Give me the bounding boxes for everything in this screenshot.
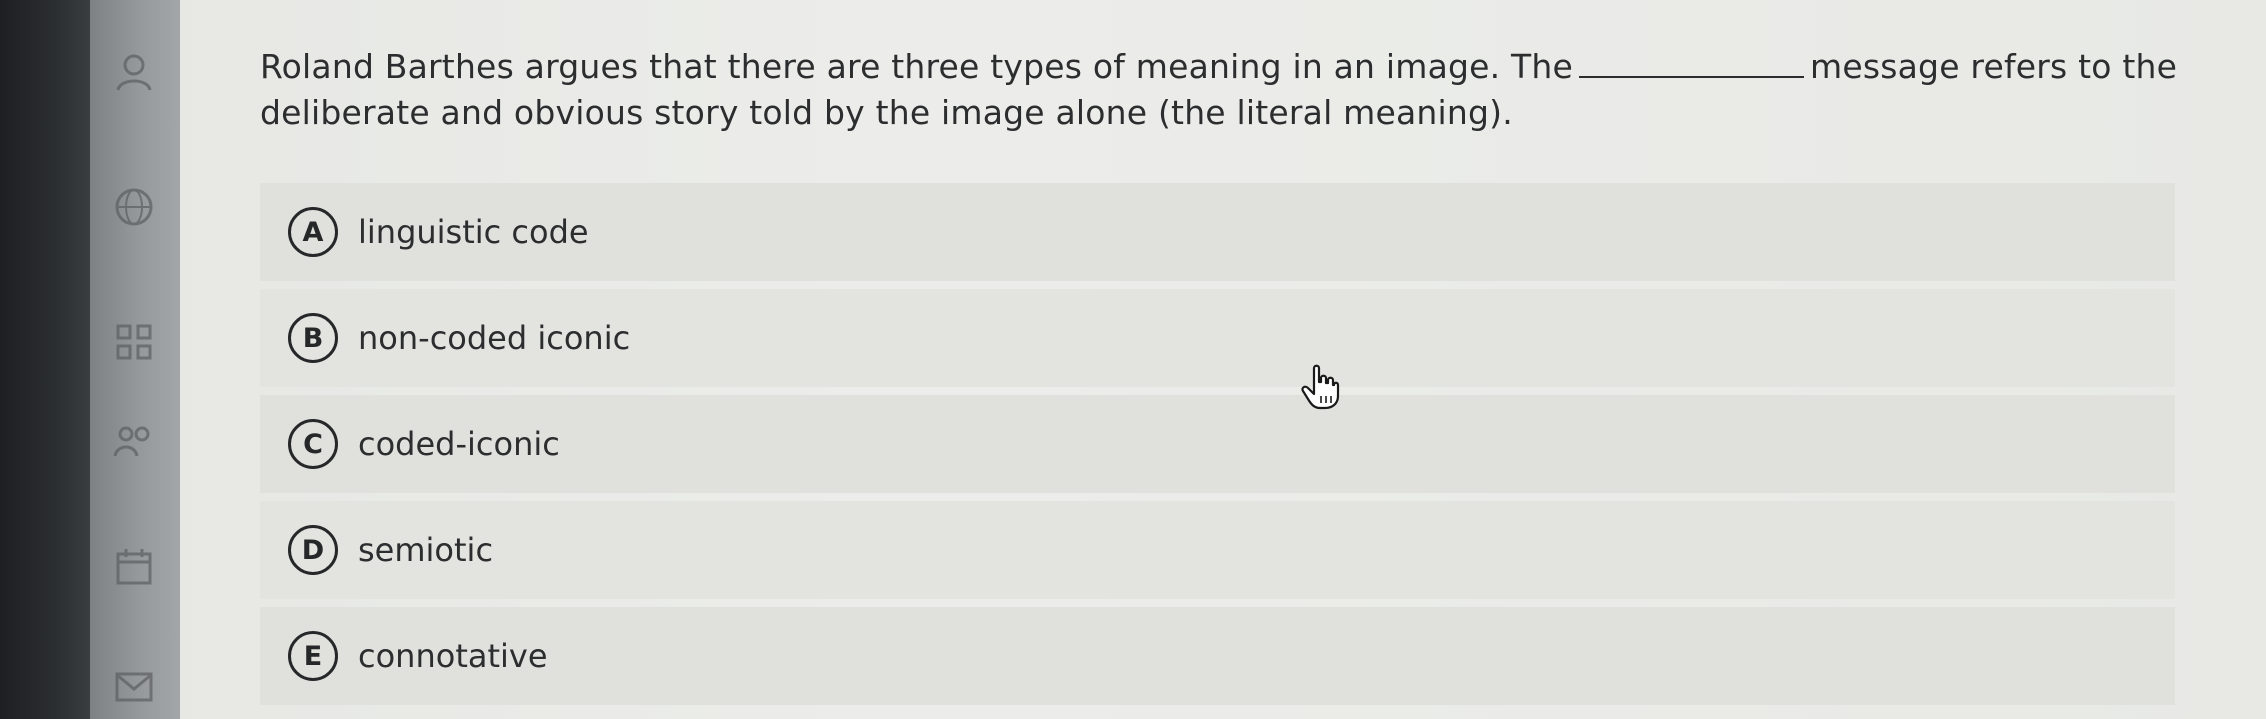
question-panel: Roland Barthes argues that there are thr… (180, 0, 2266, 719)
option-c[interactable]: C coded-iconic (260, 395, 2175, 493)
option-label: semiotic (358, 531, 494, 569)
option-label: coded-iconic (358, 425, 560, 463)
question-text: Roland Barthes argues that there are thr… (260, 44, 2210, 136)
calendar-icon[interactable] (112, 545, 156, 589)
option-e[interactable]: E connotative (260, 607, 2175, 705)
option-letter-badge: E (288, 631, 338, 681)
option-a[interactable]: A linguistic code (260, 183, 2175, 281)
option-letter-badge: D (288, 525, 338, 575)
grid-icon[interactable] (112, 320, 156, 364)
option-label: connotative (358, 637, 548, 675)
screen: Roland Barthes argues that there are thr… (0, 0, 2266, 719)
option-label: linguistic code (358, 213, 589, 251)
option-label: non-coded iconic (358, 319, 631, 357)
option-letter-badge: C (288, 419, 338, 469)
user-icon[interactable] (112, 50, 156, 94)
question-part-1: Roland Barthes argues that there are thr… (260, 47, 1573, 86)
mail-icon[interactable] (112, 665, 156, 709)
answer-blank (1579, 48, 1804, 78)
option-letter-badge: A (288, 207, 338, 257)
people-icon[interactable] (112, 420, 156, 464)
hand-pointer-icon (1301, 364, 1340, 410)
option-letter-badge: B (288, 313, 338, 363)
option-d[interactable]: D semiotic (260, 501, 2175, 599)
screen-bezel (0, 0, 90, 719)
globe-icon[interactable] (112, 185, 156, 229)
sidebar (90, 0, 180, 719)
option-b[interactable]: B non-coded iconic (260, 289, 2175, 387)
answer-options: A linguistic code B non-coded iconic C c… (260, 183, 2175, 713)
